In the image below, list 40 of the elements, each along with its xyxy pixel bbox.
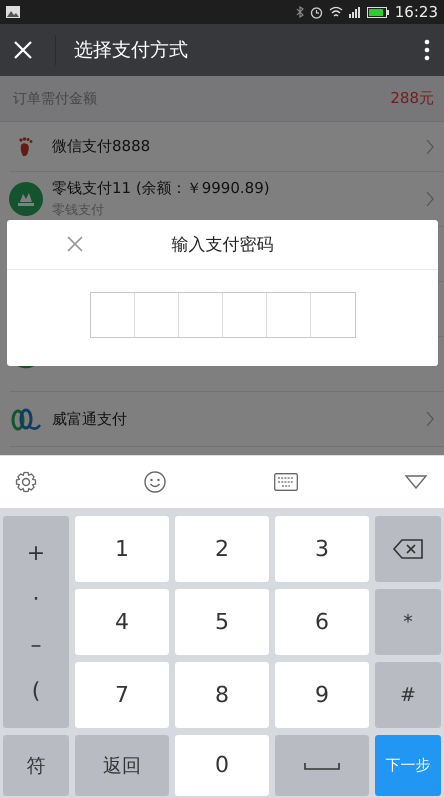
digit-key[interactable]: 6	[275, 589, 369, 655]
function-key[interactable]: #	[375, 662, 441, 728]
digit-key[interactable]: 8	[175, 662, 269, 728]
image-icon	[6, 6, 20, 18]
password-field[interactable]	[90, 292, 356, 338]
function-key[interactable]: *	[375, 589, 441, 655]
backspace-icon	[393, 539, 423, 559]
digit-key[interactable]: 5	[175, 589, 269, 655]
digit-key[interactable]: 0	[175, 735, 269, 796]
footprint-icon	[18, 136, 34, 156]
battery-icon	[366, 6, 389, 18]
space-icon	[304, 762, 340, 770]
digit-key[interactable]: 7	[75, 662, 169, 728]
function-key[interactable]: 返回	[75, 735, 169, 796]
payment-method-name[interactable]: 微信支付8888	[52, 137, 426, 156]
bluetooth-icon	[296, 6, 304, 18]
settings-icon[interactable]	[15, 471, 37, 493]
digit-key[interactable]: 3	[275, 516, 369, 582]
digit-key[interactable]: 1	[75, 516, 169, 582]
keyboard-icon[interactable]	[274, 473, 298, 491]
emoji-icon[interactable]	[144, 471, 166, 493]
payment-method-name[interactable]: 威富通支付	[52, 410, 426, 428]
collapse-icon[interactable]	[404, 475, 427, 489]
digit-key[interactable]: 9	[275, 662, 369, 728]
signal-icon	[348, 6, 361, 18]
more-icon[interactable]	[424, 39, 430, 61]
alarm-icon	[310, 6, 323, 18]
page-title: 选择支付方式	[74, 38, 188, 63]
wifi-icon	[328, 6, 343, 18]
clock: 16:23	[394, 3, 438, 21]
function-key[interactable]: 符	[3, 735, 69, 796]
digit-key[interactable]: 4	[75, 589, 169, 655]
dialog-title: 输入支付密码	[172, 234, 274, 256]
digit-key[interactable]: 2	[175, 516, 269, 582]
payment-method-name[interactable]: 零钱支付11 (余额：￥9990.89)	[52, 179, 426, 198]
backspace-key[interactable]	[375, 516, 441, 582]
order-amount: 288元	[390, 89, 434, 108]
symbol-key[interactable]: + · – (	[3, 516, 69, 728]
swirl-icon	[9, 407, 43, 431]
wallet-icon	[9, 182, 43, 216]
